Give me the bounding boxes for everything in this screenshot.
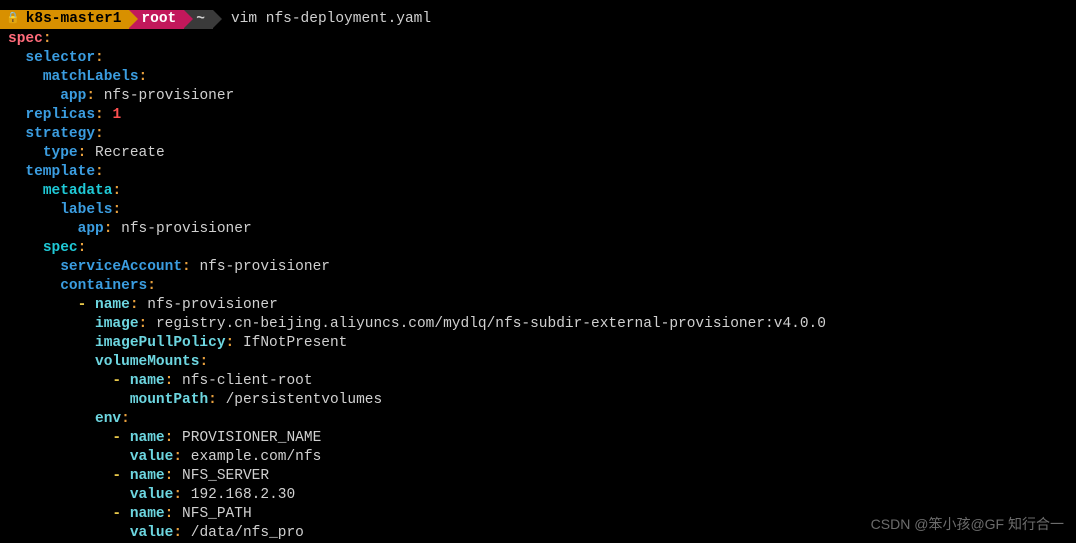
yaml-key: value — [130, 525, 174, 541]
yaml-key: spec — [8, 31, 43, 47]
yaml-key: spec — [43, 240, 78, 256]
yaml-key: type — [43, 145, 78, 161]
yaml-key: name — [130, 468, 165, 484]
yaml-editor-content[interactable]: spec: selector: matchLabels: app: nfs-pr… — [0, 29, 1076, 543]
yaml-key: env — [95, 411, 121, 427]
yaml-key: containers — [60, 278, 147, 294]
yaml-value: IfNotPresent — [243, 335, 347, 351]
yaml-key: mountPath — [130, 392, 208, 408]
yaml-value: nfs-provisioner — [121, 221, 252, 237]
yaml-value: 192.168.2.30 — [191, 487, 295, 503]
yaml-key: strategy — [25, 126, 95, 142]
yaml-key: name — [130, 430, 165, 446]
yaml-key: replicas — [25, 107, 95, 123]
yaml-key: name — [130, 373, 165, 389]
yaml-key: selector — [25, 50, 95, 66]
yaml-key: image — [95, 316, 139, 332]
prompt-host: k8s-master1 — [26, 10, 122, 29]
prompt-user: root — [141, 10, 176, 29]
truncated-line — [0, 0, 1076, 10]
yaml-key: imagePullPolicy — [95, 335, 226, 351]
yaml-value: /persistentvolumes — [226, 392, 383, 408]
command-text: vim nfs-deployment.yaml — [231, 10, 431, 29]
yaml-key: serviceAccount — [60, 259, 182, 275]
yaml-value: Recreate — [95, 145, 165, 161]
yaml-key: matchLabels — [43, 69, 139, 85]
yaml-value: NFS_SERVER — [182, 468, 269, 484]
yaml-value: PROVISIONER_NAME — [182, 430, 321, 446]
prompt-host-segment: 🔒 k8s-master1 — [0, 10, 129, 29]
yaml-value: registry.cn-beijing.aliyuncs.com/mydlq/n… — [156, 316, 826, 332]
yaml-key: app — [60, 88, 86, 104]
yaml-value: 1 — [112, 107, 121, 123]
yaml-value: nfs-provisioner — [147, 297, 278, 313]
yaml-key: name — [95, 297, 130, 313]
yaml-value: nfs-client-root — [182, 373, 313, 389]
yaml-key: metadata — [43, 183, 113, 199]
lock-icon: 🔒 — [6, 12, 20, 26]
yaml-key: value — [130, 487, 174, 503]
yaml-key: template — [25, 164, 95, 180]
shell-prompt[interactable]: 🔒 k8s-master1 root ~ vim nfs-deployment.… — [0, 10, 1076, 29]
yaml-key: app — [78, 221, 104, 237]
prompt-path: ~ — [196, 10, 205, 29]
yaml-value: example.com/nfs — [191, 449, 322, 465]
yaml-key: value — [130, 449, 174, 465]
yaml-value: nfs-provisioner — [104, 88, 235, 104]
yaml-value: NFS_PATH — [182, 506, 252, 522]
yaml-key: volumeMounts — [95, 354, 199, 370]
yaml-value: /data/nfs_pro — [191, 525, 304, 541]
yaml-key: name — [130, 506, 165, 522]
yaml-value: nfs-provisioner — [199, 259, 330, 275]
yaml-key: labels — [60, 202, 112, 218]
